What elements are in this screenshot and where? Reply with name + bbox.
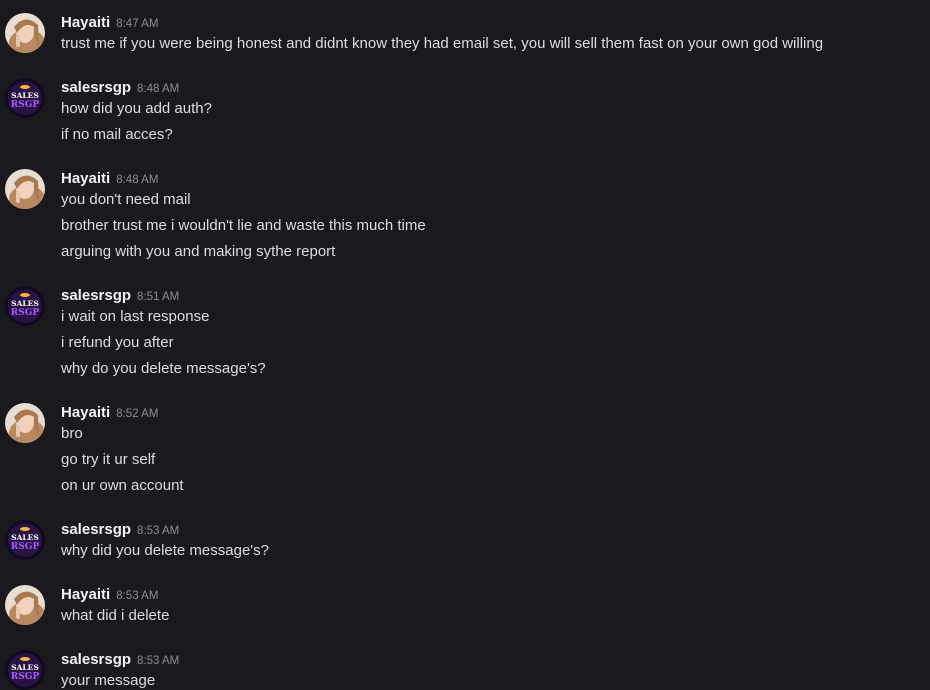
message-text: go try it ur self [61,451,156,468]
message-header: salesrsgp 8:48 AM [61,78,179,98]
avatar-text-sales: SALES [11,663,39,672]
message-header: Hayaiti 8:47 AM [61,13,158,33]
avatar-text-rsgp: RSGP [11,100,40,110]
timestamp: 8:53 AM [116,590,159,602]
timestamp: 8:53 AM [137,525,180,537]
username[interactable]: salesrsgp [61,287,131,304]
message-text: bro [61,425,83,442]
message-header: Hayaiti 8:48 AM [61,169,158,189]
avatar-text-sales: SALES [11,299,39,308]
message-text: trust me if you were being honest and di… [61,35,824,52]
username[interactable]: Hayaiti [61,170,110,187]
message-text: brother trust me i wouldn't lie and wast… [61,217,426,234]
timestamp: 8:51 AM [137,291,180,303]
message-header: Hayaiti 8:52 AM [61,403,158,423]
avatar-text-rsgp: RSGP [11,672,40,682]
timestamp: 8:53 AM [137,655,180,667]
message-text: on ur own account [61,477,184,494]
timestamp: 8:47 AM [116,18,159,30]
timestamp: 8:48 AM [116,174,159,186]
salesrsgp-avatar-icon[interactable]: SALES RSGP [5,78,45,118]
username[interactable]: salesrsgp [61,521,131,538]
username[interactable]: salesrsgp [61,79,131,96]
avatar-text-rsgp: RSGP [11,308,40,318]
hayaiti-avatar-icon[interactable] [5,169,45,209]
chat-messages: Hayaiti 8:47 AM trust me if you were bein… [0,0,930,690]
message-header: salesrsgp 8:53 AM [61,650,179,670]
timestamp: 8:48 AM [137,83,180,95]
message-text: arguing with you and making sythe report [61,243,336,260]
timestamp: 8:52 AM [116,408,159,420]
message-text: why did you delete message's? [61,542,269,559]
message-text: why do you delete message's? [61,360,266,377]
message-text: i wait on last response [61,308,210,325]
message-text: how did you add auth? [61,100,212,117]
message-header: Hayaiti 8:53 AM [61,585,158,605]
avatar-text-rsgp: RSGP [11,542,40,552]
salesrsgp-avatar-icon[interactable]: SALES RSGP [5,520,45,560]
hayaiti-avatar-icon[interactable] [5,13,45,53]
username[interactable]: Hayaiti [61,586,110,603]
message-text: your message [61,672,156,689]
message-text: i refund you after [61,334,174,351]
hayaiti-avatar-icon[interactable] [5,403,45,443]
username[interactable]: salesrsgp [61,651,131,668]
message-text: you don't need mail [61,191,191,208]
avatar-text-sales: SALES [11,533,39,542]
hayaiti-avatar-icon[interactable] [5,585,45,625]
salesrsgp-avatar-icon[interactable]: SALES RSGP [5,286,45,326]
message-header: salesrsgp 8:53 AM [61,520,179,540]
message-text: what did i delete [61,607,170,624]
username[interactable]: Hayaiti [61,14,110,31]
avatar-text-sales: SALES [11,91,39,100]
username[interactable]: Hayaiti [61,404,110,421]
salesrsgp-avatar-icon[interactable]: SALES RSGP [5,650,45,690]
message-header: salesrsgp 8:51 AM [61,286,179,306]
message-text: if no mail acces? [61,126,173,143]
